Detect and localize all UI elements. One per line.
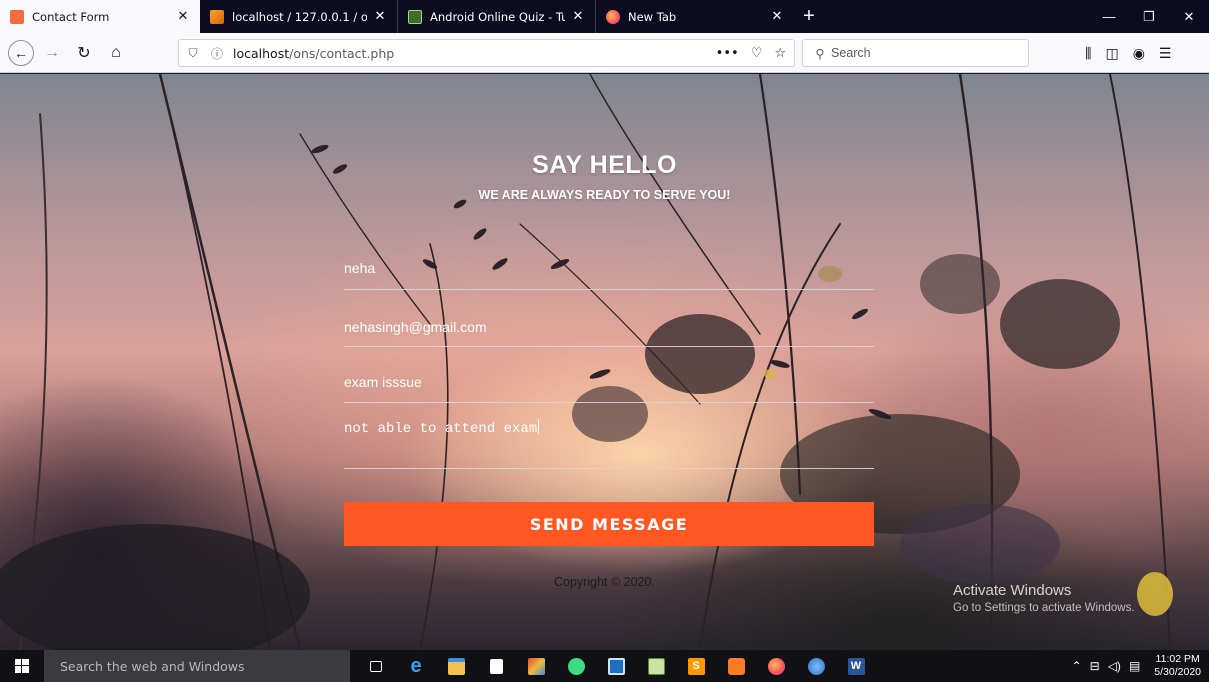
url-path: /ons/contact.php [289, 45, 395, 61]
contact-form-favicon-icon [10, 9, 24, 24]
close-tab-icon[interactable]: ✕ [176, 9, 190, 24]
back-arrow-icon[interactable]: ← [8, 39, 34, 66]
tab-contact-form[interactable]: Contact Form ✕ [0, 0, 200, 33]
store-icon[interactable] [476, 650, 516, 682]
message-textarea[interactable]: not able to attend exam [344, 417, 874, 469]
close-window-icon[interactable]: ✕ [1169, 0, 1209, 33]
close-tab-icon[interactable]: ✕ [373, 9, 387, 24]
tab-label: localhost / 127.0.0.1 / online_q [232, 9, 367, 24]
page-title: SAY HELLO [532, 151, 677, 179]
minimize-icon[interactable]: — [1089, 0, 1129, 33]
url-actions: ••• ♡ ☆ [716, 46, 786, 61]
close-tab-icon[interactable]: ✕ [770, 9, 784, 24]
firefox-favicon-icon [606, 9, 620, 24]
reload-icon[interactable]: ↻ [70, 39, 98, 67]
pocket-icon[interactable]: ♡ [751, 46, 763, 61]
library-icon[interactable]: ⫼ [1085, 45, 1091, 62]
windows-taskbar: Search the web and Windows e S W ⌃ ⊟ ◁) … [0, 650, 1209, 682]
tab-label: Contact Form [32, 9, 110, 24]
browser-tab-bar: Contact Form ✕ localhost / 127.0.0.1 / o… [0, 0, 1209, 33]
file-explorer-icon[interactable] [436, 650, 476, 682]
window-controls: — ❐ ✕ [1089, 0, 1209, 33]
tab-label: Android Online Quiz - Tutorial [430, 9, 565, 24]
search-bar[interactable]: ⚲ Search [802, 39, 1029, 67]
tab-new-tab[interactable]: New Tab ✕ [596, 0, 794, 33]
taskbar-search-placeholder: Search the web and Windows [60, 658, 245, 674]
tab-android-quiz[interactable]: Android Online Quiz - Tutorial ✕ [398, 0, 596, 33]
name-field[interactable]: neha [344, 250, 874, 290]
windows-start-icon[interactable] [0, 650, 44, 682]
contact-page: SAY HELLO WE ARE ALWAYS READY TO SERVE Y… [0, 74, 1209, 650]
taskbar-apps: e S W [356, 650, 876, 682]
page-actions-icon[interactable]: ••• [716, 46, 739, 61]
tab-label: New Tab [628, 9, 677, 24]
close-tab-icon[interactable]: ✕ [571, 9, 585, 24]
firefox-icon[interactable] [756, 650, 796, 682]
taskbar-search-box[interactable]: Search the web and Windows [44, 650, 350, 682]
subject-value: exam isssue [344, 374, 422, 390]
phpmyadmin-favicon-icon [210, 9, 224, 24]
account-icon[interactable]: ◉ [1133, 45, 1145, 62]
bookmark-star-icon[interactable]: ☆ [774, 46, 786, 61]
watermark-subtitle: Go to Settings to activate Windows. [953, 602, 1135, 614]
media-app-icon[interactable] [516, 650, 556, 682]
taskbar-clock[interactable]: 11:02 PM 5/30/2020 [1154, 653, 1201, 679]
android-studio-icon[interactable] [556, 650, 596, 682]
text-caret [538, 419, 540, 434]
app-window-icon[interactable] [596, 650, 636, 682]
activate-windows-watermark: Activate Windows Go to Settings to activ… [953, 582, 1135, 614]
edge-browser-icon[interactable]: e [396, 650, 436, 682]
notification-icon[interactable]: ▤ [1129, 659, 1140, 673]
word-icon[interactable]: W [836, 650, 876, 682]
url-host: localhost [233, 45, 290, 61]
home-icon[interactable]: ⌂ [102, 39, 130, 67]
clock-time: 11:02 PM [1155, 653, 1200, 665]
menu-icon[interactable]: ☰ [1159, 45, 1172, 62]
network-icon[interactable]: ⊟ [1090, 659, 1100, 673]
system-tray: ⌃ ⊟ ◁) ▤ 11:02 PM 5/30/2020 [1072, 653, 1209, 679]
name-value: neha [344, 260, 376, 276]
notepad-icon[interactable] [636, 650, 676, 682]
clock-date: 5/30/2020 [1154, 666, 1201, 678]
message-value: not able to attend exam [344, 421, 538, 437]
address-bar[interactable]: ⛉ ⓘ localhost/ons/contact.php ••• ♡ ☆ [178, 39, 795, 67]
volume-icon[interactable]: ◁) [1108, 659, 1121, 673]
tab-phpmyadmin[interactable]: localhost / 127.0.0.1 / online_q ✕ [200, 0, 398, 33]
xampp-icon[interactable] [716, 650, 756, 682]
email-value: nehasingh@gmail.com [344, 319, 487, 335]
android-favicon-icon [408, 9, 422, 24]
sublime-text-icon[interactable]: S [676, 650, 716, 682]
send-message-button[interactable]: SEND MESSAGE [344, 502, 874, 546]
toolbar-right-icons: ⫼ ◫ ◉ ☰ [1085, 39, 1171, 67]
site-info-icon[interactable]: ⓘ [207, 45, 227, 62]
watermark-title: Activate Windows [953, 582, 1072, 599]
sidebar-icon[interactable]: ◫ [1105, 45, 1118, 62]
page-subtitle: WE ARE ALWAYS READY TO SERVE YOU! [478, 188, 731, 202]
search-icon: ⚲ [815, 46, 825, 61]
paint-app-icon[interactable] [796, 650, 836, 682]
task-view-icon[interactable] [356, 650, 396, 682]
restore-icon[interactable]: ❐ [1129, 0, 1169, 33]
forward-arrow-icon[interactable]: → [38, 39, 66, 67]
new-tab-button[interactable]: + [794, 0, 824, 33]
chevron-up-icon[interactable]: ⌃ [1072, 659, 1082, 673]
search-placeholder: Search [831, 46, 871, 60]
navigation-toolbar: ← → ↻ ⌂ ⛉ ⓘ localhost/ons/contact.php ••… [0, 33, 1209, 73]
tracking-shield-icon[interactable]: ⛉ [183, 46, 203, 61]
email-field[interactable]: nehasingh@gmail.com [344, 309, 874, 347]
subject-field[interactable]: exam isssue [344, 365, 874, 403]
